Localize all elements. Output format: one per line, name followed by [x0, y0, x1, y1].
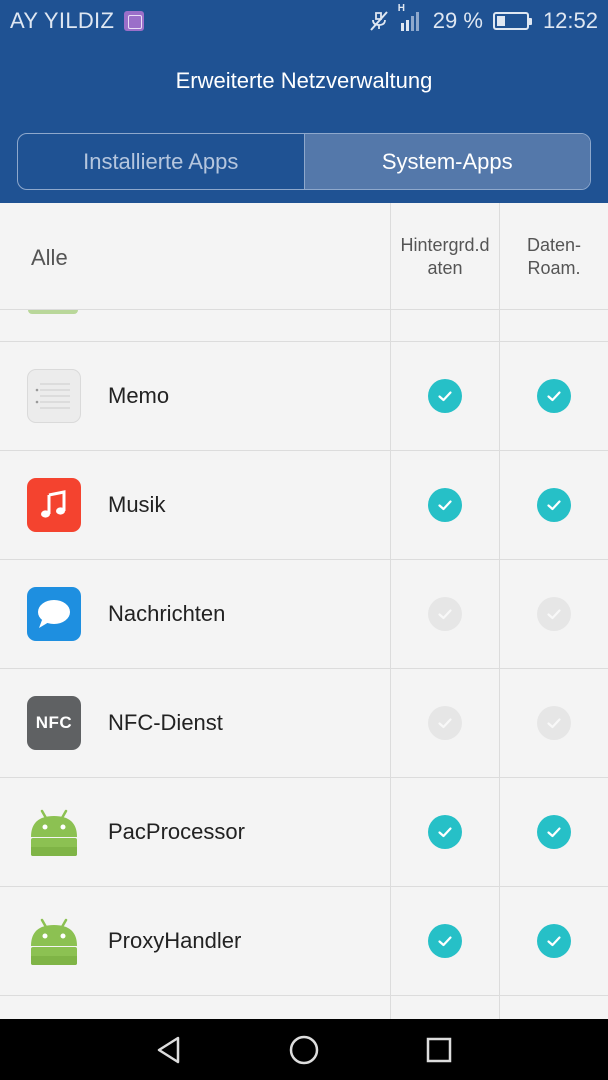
app-name: Nachrichten — [108, 601, 226, 626]
data-roaming-toggle[interactable] — [537, 706, 571, 740]
check-icon — [545, 387, 563, 405]
carrier-name: AY YILDIZ — [10, 8, 115, 33]
check-icon — [545, 714, 563, 732]
app-name: Memo — [108, 383, 170, 408]
app-list[interactable]: Alle Hintergrd.d aten Daten- Roam. Memo — [0, 203, 608, 1019]
status-left: AY YILDIZ — [10, 8, 145, 34]
music-app-icon — [27, 478, 81, 532]
memo-app-icon — [27, 369, 81, 423]
android-app-icon — [28, 310, 78, 314]
list-item-nfc-dienst[interactable]: NFC NFC-Dienst — [0, 669, 608, 778]
filter-all-label[interactable]: Alle — [31, 245, 68, 271]
mute-icon — [367, 9, 391, 33]
back-icon[interactable] — [152, 1033, 186, 1067]
signal-icon: H — [397, 3, 425, 33]
check-icon — [545, 823, 563, 841]
app-type-tabs: Installierte Apps System-Apps — [17, 133, 591, 190]
check-icon — [436, 823, 454, 841]
battery-percent: 29 % — [432, 8, 483, 33]
app-name: NFC-Dienst — [108, 710, 223, 735]
recents-icon[interactable] — [422, 1033, 456, 1067]
background-data-toggle[interactable] — [428, 706, 462, 740]
messages-app-icon — [27, 587, 81, 641]
clock: 12:52 — [542, 8, 598, 33]
home-icon[interactable] — [287, 1033, 321, 1067]
battery-icon — [492, 12, 532, 30]
app-name: Musik — [108, 492, 166, 517]
data-roaming-toggle[interactable] — [537, 597, 571, 631]
page-title: Erweiterte Netzverwaltung — [175, 68, 433, 93]
list-item-musik[interactable]: Musik — [0, 451, 608, 560]
background-data-toggle[interactable] — [428, 815, 462, 849]
nfc-app-icon: NFC — [27, 696, 81, 750]
check-icon — [545, 496, 563, 514]
tab-installed-apps[interactable]: Installierte Apps — [18, 134, 304, 189]
status-bar: AY YILDIZ H 29 % 12:52 — [0, 0, 608, 42]
battery-fill — [496, 16, 505, 26]
tab-label: System-Apps — [381, 148, 513, 174]
status-right: H 29 % 12:52 — [367, 3, 598, 34]
tab-system-apps[interactable]: System-Apps — [303, 134, 590, 189]
list-item-pacprocessor[interactable]: PacProcessor — [0, 778, 608, 887]
list-header: Alle Hintergrd.d aten Daten- Roam. — [0, 203, 608, 310]
background-data-toggle[interactable] — [428, 488, 462, 522]
nfc-icon-text: NFC — [35, 713, 73, 732]
list-item-memo[interactable]: Memo — [0, 342, 608, 451]
app-header: AY YILDIZ H 29 % 12:52 Erweiterte Netzve… — [0, 0, 608, 203]
check-icon — [545, 605, 563, 623]
data-roaming-toggle[interactable] — [537, 924, 571, 958]
app-name: PacProcessor — [108, 819, 245, 844]
android-app-icon — [27, 805, 81, 859]
list-item-proxyhandler[interactable]: ProxyHandler — [0, 887, 608, 996]
list-item-nachrichten[interactable]: Nachrichten — [0, 560, 608, 669]
background-data-toggle[interactable] — [428, 924, 462, 958]
tab-label: Installierte Apps — [83, 148, 239, 174]
android-app-icon — [27, 914, 81, 968]
data-roaming-toggle[interactable] — [537, 379, 571, 413]
navigation-bar — [0, 1019, 608, 1080]
network-type-label: H — [397, 3, 406, 14]
check-icon — [436, 932, 454, 950]
column-background-data[interactable]: Hintergrd.d aten — [391, 234, 499, 280]
column-data-roaming[interactable]: Daten- Roam. — [500, 234, 608, 280]
background-data-toggle[interactable] — [428, 379, 462, 413]
check-icon — [436, 496, 454, 514]
list-item-partial — [0, 310, 608, 342]
check-icon — [436, 387, 454, 405]
data-roaming-toggle[interactable] — [537, 488, 571, 522]
data-roaming-toggle[interactable] — [537, 815, 571, 849]
check-icon — [436, 714, 454, 732]
check-icon — [545, 932, 563, 950]
background-data-toggle[interactable] — [428, 597, 462, 631]
app-name: ProxyHandler — [108, 928, 242, 953]
gallery-notification-icon — [124, 11, 145, 31]
check-icon — [436, 605, 454, 623]
